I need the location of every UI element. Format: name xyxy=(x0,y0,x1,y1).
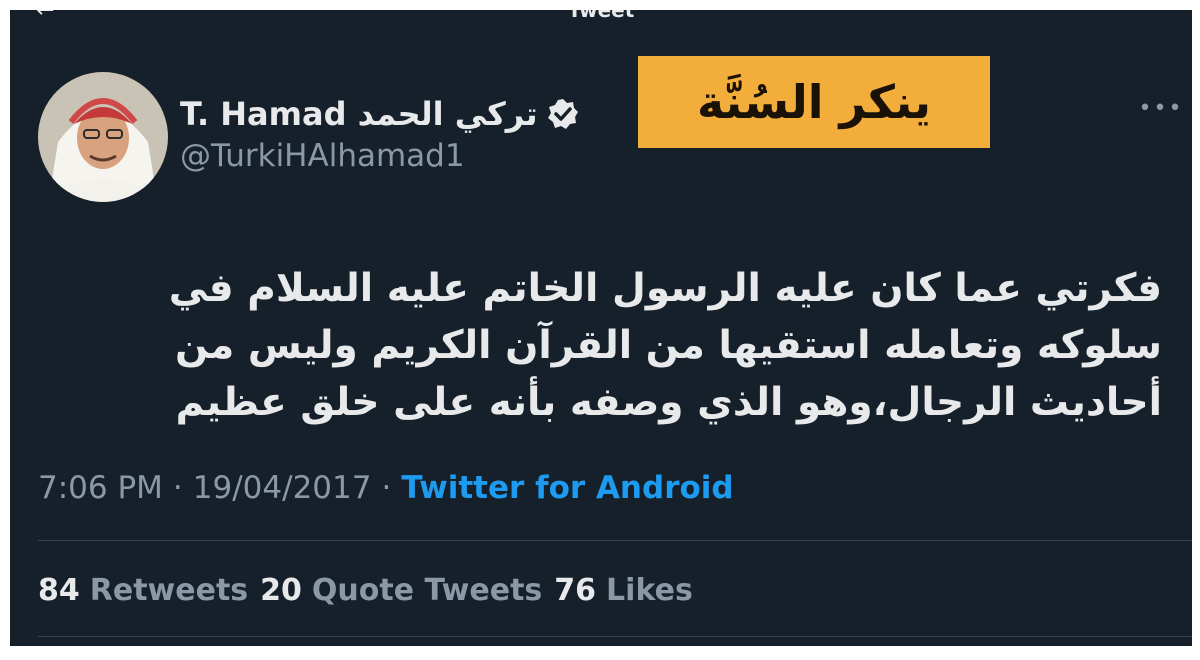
author-handle[interactable]: @TurkiHAlhamad1 xyxy=(180,138,465,174)
divider xyxy=(38,540,1192,541)
retweets-count: 84 xyxy=(38,572,80,608)
tweet-date: 19/04/2017 xyxy=(192,470,372,506)
top-bar: ← Tweet xyxy=(10,10,1192,24)
divider xyxy=(38,636,1192,637)
quote-tweets-stat[interactable]: 20 Quote Tweets xyxy=(260,573,542,608)
likes-count: 76 xyxy=(554,572,597,608)
tweet-text: فكرتي عما كان عليه الرسول الخاتم عليه ال… xyxy=(168,266,1162,425)
author-name-row[interactable]: T. Hamad تركي الحمد xyxy=(180,92,580,136)
meta-separator: · xyxy=(172,470,183,506)
retweets-label: Retweets xyxy=(89,572,249,608)
avatar[interactable] xyxy=(38,72,168,202)
verified-badge-icon xyxy=(546,97,580,131)
quotes-label: Quote Tweets xyxy=(311,572,543,608)
tweet-meta: 7:06 PM · 19/04/2017 · Twitter for Andro… xyxy=(38,468,734,508)
retweets-stat[interactable]: 84 Retweets xyxy=(38,573,248,608)
overlay-label-banner: ينكر السُنَّة xyxy=(638,56,990,148)
likes-label: Likes xyxy=(606,572,693,608)
quotes-count: 20 xyxy=(260,572,302,608)
likes-stat[interactable]: 76 Likes xyxy=(554,573,693,608)
tweet-source-link[interactable]: Twitter for Android xyxy=(401,470,733,506)
tweet-stats: 84 Retweets 20 Quote Tweets 76 Likes xyxy=(38,570,693,610)
page-title: Tweet xyxy=(567,10,635,22)
author-display-name[interactable]: T. Hamad تركي الحمد xyxy=(180,95,538,133)
meta-separator: · xyxy=(381,470,392,506)
tweet-screen: ← Tweet T. Hamad تركي الحمد @TurkiHAlham… xyxy=(10,10,1192,646)
more-horizontal-icon[interactable]: ••• xyxy=(1139,96,1182,121)
tweet-time: 7:06 PM xyxy=(38,470,163,506)
